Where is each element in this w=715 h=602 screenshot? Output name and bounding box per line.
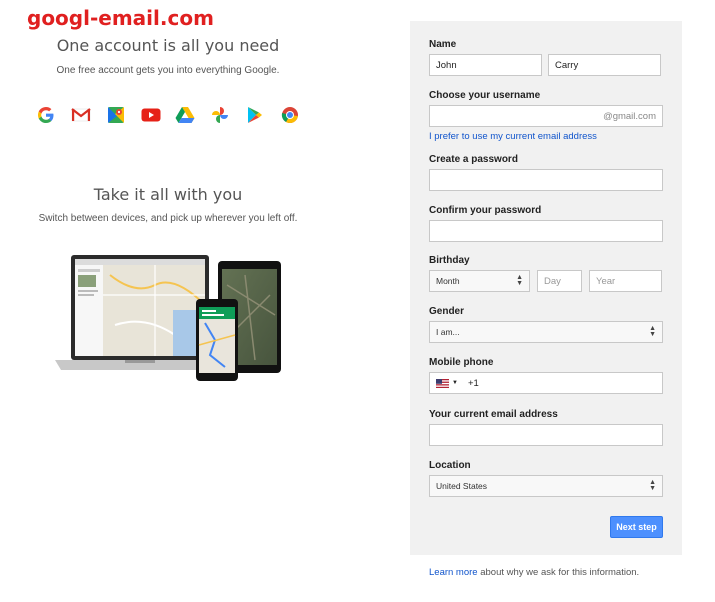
- next-step-button[interactable]: Next step: [610, 516, 663, 538]
- drive-icon: [175, 105, 195, 125]
- first-name-input[interactable]: John: [429, 54, 542, 76]
- birth-month-select[interactable]: Month ▲ ▼: [429, 270, 530, 292]
- location-label: Location: [429, 460, 471, 471]
- updown-arrows-icon: ▲ ▼: [649, 325, 656, 338]
- devices-illustration: [55, 255, 285, 385]
- current-email-label: Your current email address: [429, 409, 558, 420]
- username-label: Choose your username: [429, 90, 541, 101]
- mobile-phone-input[interactable]: ▼ +1: [429, 372, 663, 394]
- photos-icon: [210, 105, 230, 125]
- footer-note: Learn more about why we ask for this inf…: [429, 567, 639, 578]
- current-email-input[interactable]: [429, 424, 663, 446]
- phone-country-code: +1: [467, 377, 479, 389]
- app-icons-row: [36, 105, 300, 125]
- birthday-label: Birthday: [429, 255, 470, 266]
- birth-year-input[interactable]: Year: [589, 270, 662, 292]
- gender-select[interactable]: I am... ▲ ▼: [429, 321, 663, 343]
- mobile-phone-label: Mobile phone: [429, 357, 494, 368]
- phone-image: [196, 299, 238, 381]
- promo-title-2: Take it all with you: [93, 185, 243, 204]
- password-input[interactable]: [429, 169, 663, 191]
- location-value: United States: [436, 481, 488, 491]
- confirm-password-input[interactable]: [429, 220, 663, 242]
- name-label: Name: [429, 39, 457, 50]
- birth-day-input[interactable]: Day: [537, 270, 582, 292]
- confirm-password-label: Confirm your password: [429, 205, 542, 216]
- gender-value: I am...: [436, 327, 460, 337]
- footer-text: about why we ask for this information.: [480, 567, 640, 578]
- maps-icon: [106, 105, 126, 125]
- promo-title: One account is all you need: [56, 36, 280, 55]
- password-label: Create a password: [429, 154, 518, 165]
- site-watermark: googl-email.com: [27, 6, 214, 30]
- updown-arrows-icon: ▲ ▼: [649, 479, 656, 492]
- birth-month-value: Month: [436, 276, 460, 286]
- last-name-input[interactable]: Carry: [548, 54, 661, 76]
- gender-label: Gender: [429, 306, 465, 317]
- updown-arrows-icon: ▲ ▼: [516, 274, 523, 287]
- gmail-icon: [71, 105, 91, 125]
- google-icon: [36, 105, 56, 125]
- learn-more-link[interactable]: Learn more: [429, 567, 478, 578]
- country-flag-dropdown[interactable]: ▼: [436, 378, 458, 388]
- username-domain-suffix: @gmail.com: [603, 110, 656, 122]
- promo-subtitle-2: Switch between devices, and pick up wher…: [38, 213, 298, 224]
- use-current-email-link[interactable]: I prefer to use my current email address: [429, 131, 597, 142]
- username-input[interactable]: @gmail.com: [429, 105, 663, 127]
- chrome-icon: [280, 105, 300, 125]
- play-store-icon: [245, 105, 265, 125]
- youtube-icon: [141, 105, 161, 125]
- us-flag-icon: [436, 378, 449, 388]
- promo-subtitle: One free account gets you into everythin…: [56, 65, 280, 76]
- caret-down-icon: ▼: [452, 380, 458, 386]
- location-select[interactable]: United States ▲ ▼: [429, 475, 663, 497]
